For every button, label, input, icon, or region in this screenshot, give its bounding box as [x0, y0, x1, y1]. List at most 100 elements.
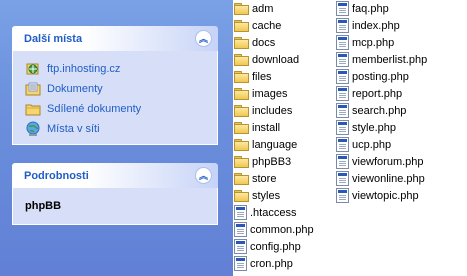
file-item[interactable]: viewforum.php — [336, 153, 424, 170]
file-item[interactable]: index.php — [336, 17, 400, 34]
document-icon — [336, 154, 349, 169]
folder-item[interactable]: download — [234, 51, 299, 68]
item-label: install — [252, 121, 281, 134]
network-places-icon — [25, 121, 41, 137]
folder-icon — [234, 70, 249, 83]
file-item[interactable]: posting.php — [336, 68, 409, 85]
file-item[interactable]: .htaccess — [234, 204, 296, 221]
item-label: cache — [252, 19, 282, 32]
folder-icon — [234, 19, 249, 32]
item-label: index.php — [352, 19, 400, 32]
item-label: docs — [252, 36, 276, 49]
item-label: viewforum.php — [352, 155, 424, 168]
details-panel: Podrobnosti ︽ phpBB — [12, 163, 218, 225]
item-label: files — [252, 70, 272, 83]
folder-icon — [234, 189, 249, 202]
folder-icon — [234, 121, 249, 134]
folder-item[interactable]: styles — [234, 187, 280, 204]
folder-item[interactable]: cache — [234, 17, 281, 34]
item-label: memberlist.php — [352, 53, 428, 66]
place-label: Dokumenty — [47, 83, 103, 95]
file-item[interactable]: ucp.php — [336, 136, 391, 153]
detail-item-name: phpBB — [25, 200, 62, 212]
document-icon — [336, 69, 349, 84]
place-item-documents[interactable]: Dokumenty — [25, 79, 207, 99]
document-icon — [234, 205, 247, 220]
place-item-network-places[interactable]: Místa v síti — [25, 119, 207, 139]
document-icon — [336, 171, 349, 186]
file-item[interactable]: common.php — [234, 221, 314, 238]
item-label: images — [252, 87, 288, 100]
document-icon — [336, 137, 349, 152]
collapse-chevron-icon[interactable]: ︽ — [195, 30, 212, 47]
file-item[interactable]: memberlist.php — [336, 51, 427, 68]
folder-icon — [234, 87, 249, 100]
details-header[interactable]: Podrobnosti ︽ — [12, 163, 218, 188]
place-item-shared-documents[interactable]: Sdílené dokumenty — [25, 99, 207, 119]
document-icon — [336, 52, 349, 67]
folder-icon — [234, 36, 249, 49]
item-label: faq.php — [352, 2, 389, 15]
document-icon — [336, 120, 349, 135]
document-icon — [234, 222, 247, 237]
document-icon — [234, 239, 247, 254]
item-label: phpBB3 — [252, 155, 292, 168]
item-label: includes — [252, 104, 293, 117]
place-label: Sdílené dokumenty — [47, 103, 142, 115]
file-item[interactable]: report.php — [336, 85, 402, 102]
folder-item[interactable]: includes — [234, 102, 292, 119]
file-item[interactable]: mcp.php — [336, 34, 394, 51]
file-item[interactable]: viewonline.php — [336, 170, 425, 187]
item-label: store — [252, 172, 277, 185]
item-label: posting.php — [352, 70, 409, 83]
folder-icon — [234, 53, 249, 66]
file-item[interactable]: config.php — [234, 238, 301, 255]
file-item[interactable]: style.php — [336, 119, 396, 136]
item-label: cron.php — [250, 257, 293, 270]
file-item[interactable]: cron.php — [234, 255, 293, 272]
folder-icon — [234, 104, 249, 117]
folder-item[interactable]: adm — [234, 0, 273, 17]
folder-item[interactable]: language — [234, 136, 297, 153]
file-item[interactable]: search.php — [336, 102, 406, 119]
place-item-ftp[interactable]: ftp.inhosting.cz — [25, 59, 207, 79]
item-label: common.php — [250, 223, 314, 236]
documents-folder-icon — [25, 81, 41, 97]
document-icon — [336, 18, 349, 33]
other-places-header[interactable]: Další místa ︽ — [12, 26, 218, 51]
task-pane: Další místa ︽ ftp.inhosting.cz Dokumenty — [0, 0, 233, 276]
item-label: viewtopic.php — [352, 189, 419, 202]
item-label: styles — [252, 189, 281, 202]
document-icon — [336, 86, 349, 101]
item-label: report.php — [352, 87, 403, 100]
folder-item[interactable]: install — [234, 119, 280, 136]
file-item[interactable]: faq.php — [336, 0, 389, 17]
item-label: language — [252, 138, 298, 151]
folder-item[interactable]: store — [234, 170, 276, 187]
folder-item[interactable]: docs — [234, 34, 275, 51]
folder-icon — [234, 172, 249, 185]
item-label: viewonline.php — [352, 172, 425, 185]
other-places-title: Další místa — [24, 32, 83, 45]
document-icon — [336, 1, 349, 16]
document-icon — [336, 103, 349, 118]
file-item[interactable]: viewtopic.php — [336, 187, 419, 204]
folder-item[interactable]: files — [234, 68, 272, 85]
other-places-panel: Další místa ︽ ftp.inhosting.cz Dokumenty — [12, 26, 218, 145]
document-icon — [234, 256, 247, 271]
document-icon — [336, 35, 349, 50]
item-label: style.php — [352, 121, 397, 134]
folder-icon — [234, 138, 249, 151]
item-label: search.php — [352, 104, 407, 117]
folder-item[interactable]: phpBB3 — [234, 153, 291, 170]
folder-icon — [234, 155, 249, 168]
collapse-chevron-icon[interactable]: ︽ — [195, 167, 212, 184]
document-icon — [336, 188, 349, 203]
folder-item[interactable]: images — [234, 85, 287, 102]
item-label: config.php — [250, 240, 301, 253]
shared-folder-icon — [25, 101, 41, 117]
place-label: ftp.inhosting.cz — [47, 63, 121, 75]
item-label: download — [252, 53, 300, 66]
place-label: Místa v síti — [47, 123, 100, 135]
details-body: phpBB — [12, 188, 218, 225]
